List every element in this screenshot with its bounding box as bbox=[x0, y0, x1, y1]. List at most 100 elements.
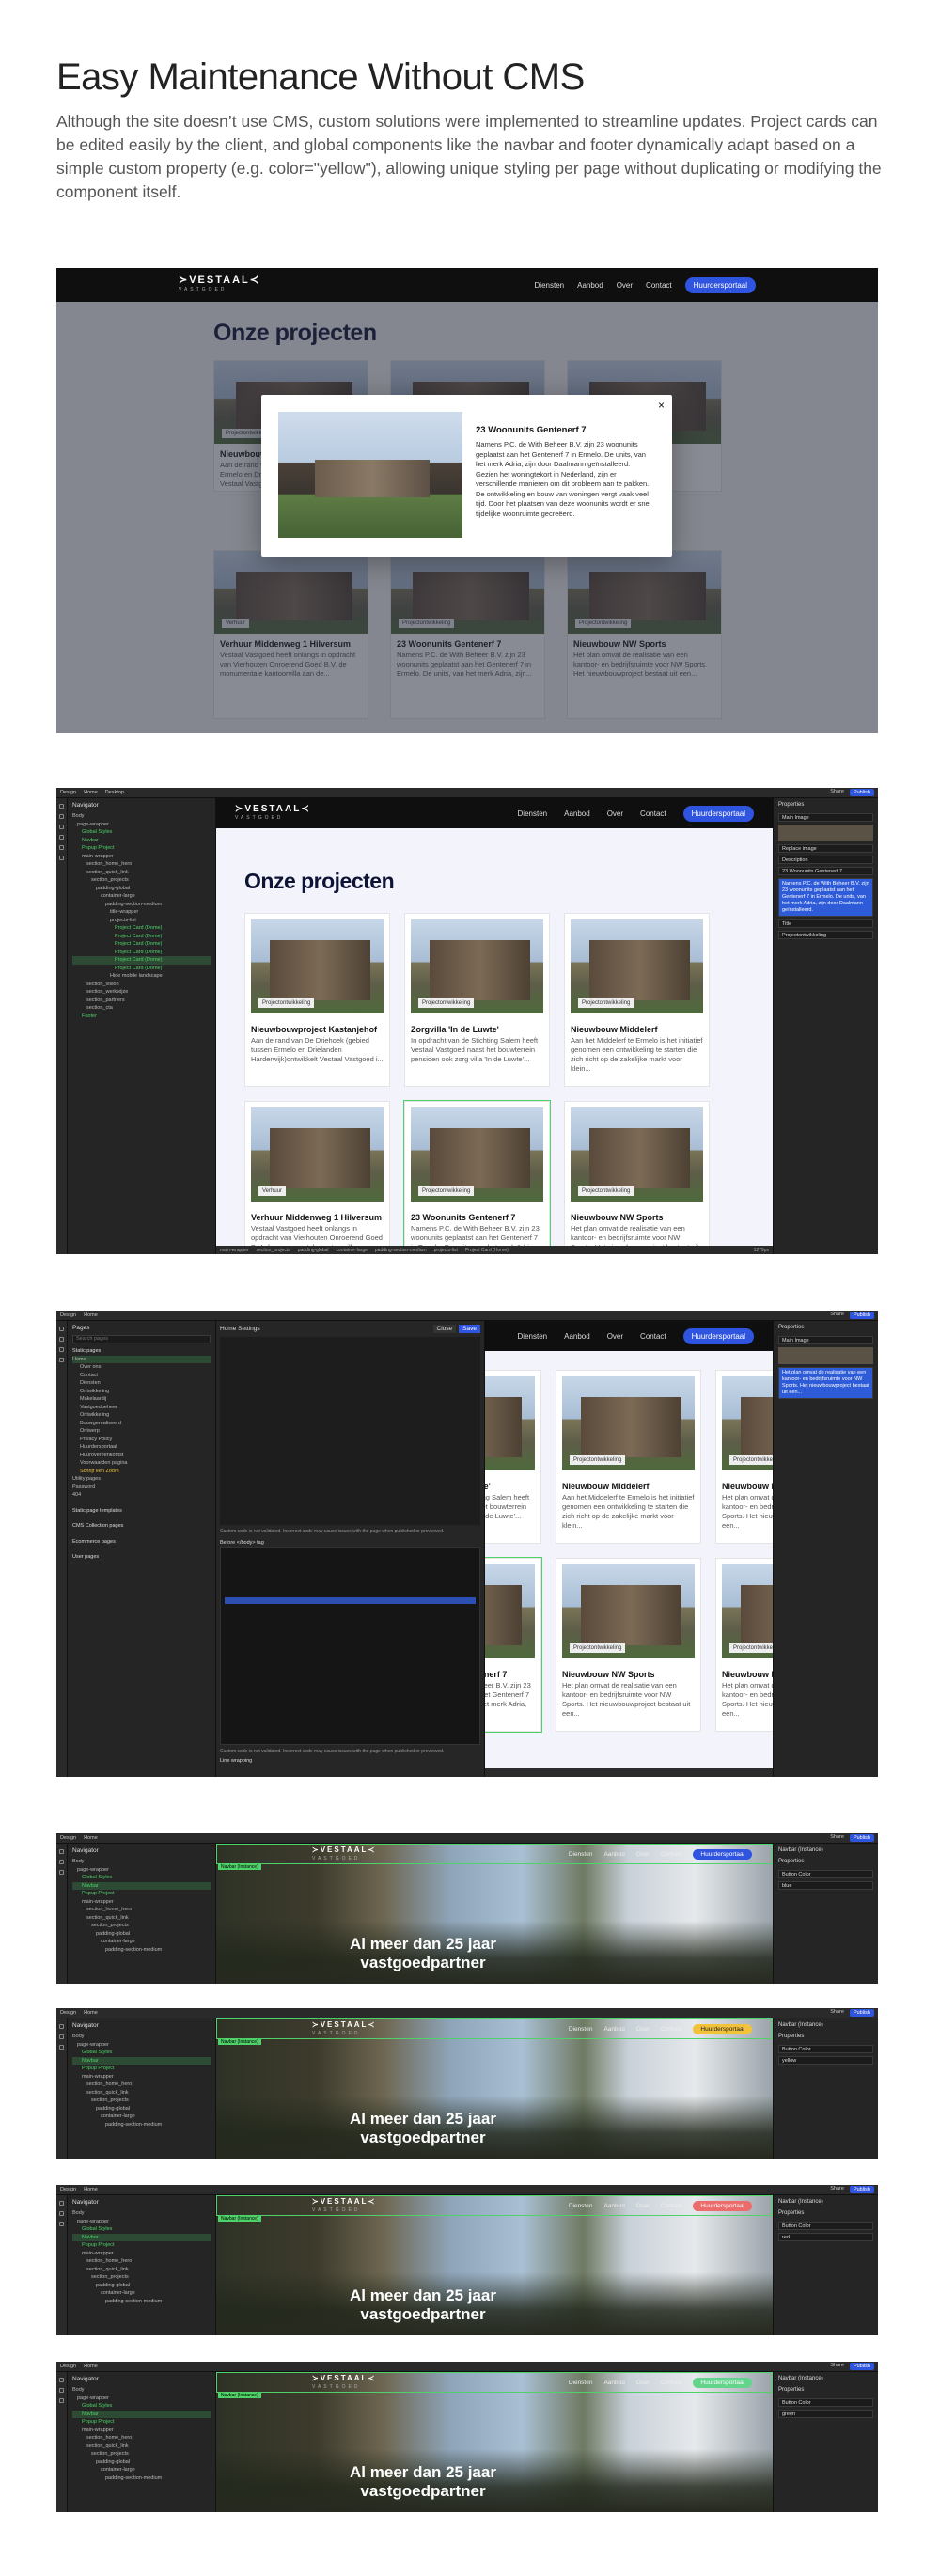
navigator-item[interactable]: page-wrapper bbox=[72, 2041, 211, 2050]
page-item[interactable]: Makelaardij bbox=[72, 1395, 211, 1404]
project-card[interactable]: ProjectontwikkelingNieuwbouw NW SportsHe… bbox=[715, 1558, 773, 1732]
navigator-item[interactable]: Footer bbox=[72, 1013, 211, 1021]
navigator-item[interactable]: projects-list bbox=[72, 917, 211, 925]
navigator-item[interactable]: padding-global bbox=[72, 2458, 211, 2467]
navigator-item[interactable]: Body bbox=[72, 2209, 211, 2218]
nav-aanbod[interactable]: Aanbod bbox=[577, 281, 603, 290]
site-logo[interactable]: ≻VESTAAL≺ VASTGOED bbox=[179, 275, 260, 294]
navigator-item[interactable]: padding-section-medium bbox=[72, 1946, 211, 1955]
navigator-item[interactable]: section_projects bbox=[72, 2097, 211, 2105]
navigator-item[interactable]: Navbar bbox=[72, 837, 211, 845]
project-card[interactable]: ProjectontwikkelingNieuwbouwproject Kast… bbox=[244, 913, 390, 1087]
page-item[interactable]: Ontwerp bbox=[72, 1427, 211, 1436]
button-color-field[interactable]: green bbox=[778, 2410, 873, 2418]
page-item[interactable]: Ontwikkeling bbox=[72, 1388, 211, 1396]
save-button[interactable]: Save bbox=[459, 1325, 480, 1333]
navigator-item[interactable]: section_cta bbox=[72, 1004, 211, 1013]
page-item[interactable]: Home bbox=[72, 1355, 211, 1363]
navigator-item[interactable]: page-wrapper bbox=[72, 821, 211, 829]
navigator-item[interactable]: Navbar bbox=[72, 2233, 211, 2241]
navigator-item[interactable]: main-wrapper bbox=[72, 2427, 211, 2435]
page-item[interactable]: Schrijf een Zoom bbox=[72, 1468, 211, 1476]
project-card[interactable]: Projectontwikkeling23 Woonunits Gentener… bbox=[403, 1100, 551, 1246]
navigator-item[interactable]: main-wrapper bbox=[72, 853, 211, 861]
navigator-item[interactable]: page-wrapper bbox=[72, 2218, 211, 2226]
code-editor[interactable] bbox=[220, 1547, 480, 1745]
navigator-item[interactable]: Popup Project bbox=[72, 2241, 211, 2250]
navigator-item[interactable]: Project Card (Dome) bbox=[72, 933, 211, 941]
project-card[interactable]: ProjectontwikkelingNieuwbouw NW SportsHe… bbox=[564, 1101, 710, 1246]
project-card[interactable]: VerhuurVerhuur Middenweg 1 HilversumVest… bbox=[244, 1101, 390, 1246]
page-item[interactable]: Contact bbox=[72, 1372, 211, 1380]
breadcrumb-item[interactable]: projects-list bbox=[434, 1248, 458, 1253]
navigator-item[interactable]: Popup Project bbox=[72, 1890, 211, 1898]
page-item[interactable]: Huurovereenkomst bbox=[72, 1452, 211, 1460]
navigator-item[interactable]: Project Card (Dome) bbox=[72, 924, 211, 933]
navigator-item[interactable]: padding-section-medium bbox=[72, 2121, 211, 2129]
huurdersportaal-button[interactable]: Huurdersportaal bbox=[693, 1848, 752, 1860]
navigator-item[interactable]: padding-section-medium bbox=[72, 901, 211, 909]
navigator-item[interactable]: Popup Project bbox=[72, 2065, 211, 2073]
page-item[interactable]: Over ons bbox=[72, 1363, 211, 1372]
navigator-item[interactable]: Project Card (Dome) bbox=[72, 956, 211, 965]
page-item[interactable]: Diensten bbox=[72, 1379, 211, 1388]
project-card[interactable]: Projectontwikkeling23 Woonunits Gentener… bbox=[485, 1557, 542, 1733]
navigator-item[interactable]: Hide mobile landscape bbox=[72, 972, 211, 981]
navigator-item[interactable]: section_projects bbox=[72, 1922, 211, 1930]
navigator-item[interactable]: main-wrapper bbox=[72, 2073, 211, 2081]
navigator-item[interactable]: container-large bbox=[72, 2113, 211, 2121]
breadcrumb-item[interactable]: container-large bbox=[337, 1248, 368, 1253]
navigator-item[interactable]: container-large bbox=[72, 2466, 211, 2474]
huurdersportaal-button[interactable]: Huurdersportaal bbox=[693, 2023, 752, 2034]
huurdersportaal-button[interactable]: Huurdersportaal bbox=[693, 2377, 752, 2388]
navigator-item[interactable]: Navbar bbox=[72, 2410, 211, 2418]
close-icon[interactable]: × bbox=[658, 399, 665, 412]
project-card[interactable]: ProjectontwikkelingZorgvilla 'In de Luwt… bbox=[485, 1370, 541, 1544]
page-item[interactable]: Huurdersportaal bbox=[72, 1443, 211, 1452]
navigator-item[interactable]: main-wrapper bbox=[72, 1898, 211, 1907]
button-color-field[interactable]: red bbox=[778, 2233, 873, 2241]
navigator-item[interactable]: main-wrapper bbox=[72, 2250, 211, 2258]
navigator-item[interactable]: section_home_hero bbox=[72, 860, 211, 869]
navigator-item[interactable]: padding-global bbox=[72, 2282, 211, 2290]
navigator-item[interactable]: Body bbox=[72, 2386, 211, 2395]
project-card[interactable]: ProjectontwikkelingNieuwbouw NW SportsHe… bbox=[715, 1370, 773, 1544]
navigator-item[interactable]: section_quick_link bbox=[72, 2089, 211, 2097]
breadcrumb-item[interactable]: Project Card (Home) bbox=[465, 1248, 509, 1253]
pages-section[interactable]: CMS Collection pages bbox=[72, 1522, 211, 1531]
publish-button[interactable]: Publish bbox=[849, 789, 874, 796]
page-item[interactable]: 404 bbox=[72, 1491, 211, 1500]
navigator-item[interactable]: section_werkwijze bbox=[72, 988, 211, 997]
navigator-item[interactable]: padding-global bbox=[72, 885, 211, 893]
description-field[interactable]: Namens P.C. de With Beheer B.V. zijn 23 … bbox=[778, 878, 873, 917]
navigator-item[interactable]: Project Card (Dome) bbox=[72, 940, 211, 949]
navigator-item[interactable]: section_quick_link bbox=[72, 869, 211, 877]
navigator-item[interactable]: section_home_hero bbox=[72, 1906, 211, 1914]
pages-section[interactable]: Static page templates bbox=[72, 1507, 211, 1516]
navigator-item[interactable]: section_home_hero bbox=[72, 2081, 211, 2089]
page-item[interactable]: Vastgoedbeheer bbox=[72, 1404, 211, 1412]
project-card[interactable]: ProjectontwikkelingZorgvilla 'In de Luwt… bbox=[404, 913, 550, 1087]
navigator-item[interactable]: Global Styles bbox=[72, 1874, 211, 1882]
pages-section[interactable]: Ecommerce pages bbox=[72, 1538, 211, 1547]
button-color-field[interactable]: yellow bbox=[778, 2056, 873, 2065]
navigator-item[interactable]: Body bbox=[72, 2033, 211, 2041]
navigator-item[interactable]: section_projects bbox=[72, 876, 211, 885]
navigator-item[interactable]: Project Card (Dome) bbox=[72, 949, 211, 957]
navigator-item[interactable]: section_projects bbox=[72, 2450, 211, 2458]
page-item[interactable]: Privacy Policy bbox=[72, 1436, 211, 1444]
navigator-item[interactable]: section_quick_link bbox=[72, 2266, 211, 2274]
project-card[interactable]: ProjectontwikkelingNieuwbouw NW SportsHe… bbox=[556, 1558, 701, 1732]
navigator-item[interactable]: Navbar bbox=[72, 2056, 211, 2065]
pages-section[interactable]: User pages bbox=[72, 1553, 211, 1562]
page-item[interactable]: Utility pages bbox=[72, 1475, 211, 1484]
nav-contact[interactable]: Contact bbox=[646, 281, 672, 290]
navigator-item[interactable]: container-large bbox=[72, 2289, 211, 2298]
navigator-item[interactable]: section_quick_link bbox=[72, 1914, 211, 1923]
navigator-item[interactable]: page-wrapper bbox=[72, 1866, 211, 1875]
nav-diensten[interactable]: Diensten bbox=[535, 281, 565, 290]
navigator-item[interactable]: title-wrapper bbox=[72, 908, 211, 917]
navigator-item[interactable]: section_home_hero bbox=[72, 2257, 211, 2266]
navigator-item[interactable]: Global Styles bbox=[72, 2402, 211, 2411]
navigator-item[interactable]: section_vision bbox=[72, 981, 211, 989]
